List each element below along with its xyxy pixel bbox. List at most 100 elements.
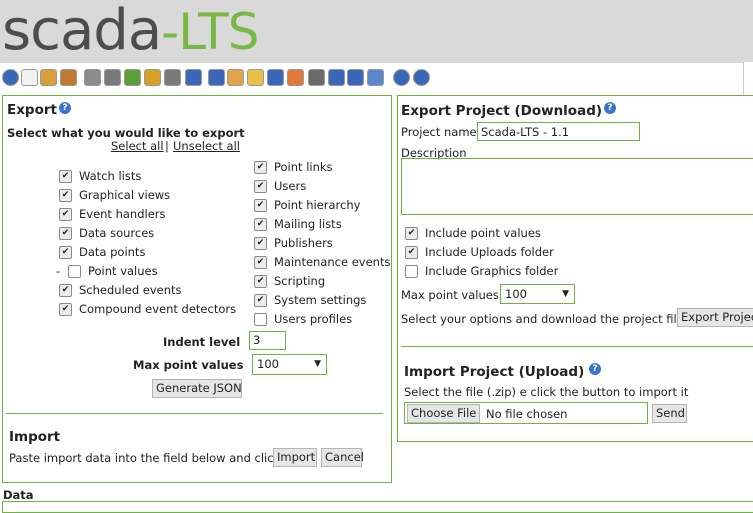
script-icon[interactable] bbox=[367, 69, 384, 86]
export-divider bbox=[6, 413, 383, 414]
project-max-values-select[interactable]: 100 ▼ bbox=[500, 284, 575, 304]
page-icon[interactable] bbox=[21, 69, 38, 86]
help-icon[interactable] bbox=[413, 69, 430, 86]
project-name-input[interactable]: Scada-LTS - 1.1 bbox=[477, 122, 640, 141]
checkbox[interactable]: ✔ bbox=[254, 256, 267, 269]
indent-level-input[interactable]: 3 bbox=[249, 331, 286, 350]
checkbox-label: Scheduled events bbox=[79, 283, 182, 297]
checkbox[interactable] bbox=[254, 313, 267, 326]
export-instruction: Select what you would like to export bbox=[7, 126, 245, 140]
checkbox[interactable]: ✔ bbox=[254, 218, 267, 231]
export-max-values-label: Max point values bbox=[133, 358, 244, 372]
scada-lts-logo[interactable]: scada-LTS bbox=[2, 1, 259, 62]
generate-json-button[interactable]: Generate JSON bbox=[152, 379, 242, 398]
import-button[interactable]: Import bbox=[273, 448, 317, 467]
data-label: Data bbox=[3, 488, 34, 502]
eye-icon[interactable] bbox=[2, 69, 19, 86]
checkbox-label: Publishers bbox=[274, 236, 333, 250]
checkbox[interactable]: ✔ bbox=[59, 246, 72, 259]
export-project-button[interactable]: Export Project bbox=[677, 308, 753, 327]
checkbox[interactable]: ✔ bbox=[59, 170, 72, 183]
checkbox-label: Mailing lists bbox=[274, 217, 342, 231]
checkbox[interactable]: ✔ bbox=[59, 208, 72, 221]
export-title: Export bbox=[7, 102, 57, 118]
wrench-icon[interactable] bbox=[308, 69, 325, 86]
checkbox-label: Users bbox=[274, 179, 307, 193]
settings-list-icon[interactable] bbox=[328, 69, 345, 86]
chevron-down-icon: ▼ bbox=[562, 289, 569, 299]
list-icon[interactable] bbox=[60, 69, 77, 86]
image-icon[interactable] bbox=[347, 69, 364, 86]
indent-level-label: Indent level bbox=[163, 335, 241, 349]
user-icon[interactable] bbox=[208, 69, 225, 86]
description-textarea[interactable] bbox=[401, 158, 753, 215]
document-icon[interactable] bbox=[267, 69, 284, 86]
toolbar bbox=[0, 66, 753, 88]
users-icon[interactable] bbox=[227, 69, 244, 86]
import-project-help-icon[interactable]: ? bbox=[589, 363, 601, 375]
report-icon[interactable] bbox=[185, 69, 202, 86]
flag-icon[interactable] bbox=[144, 69, 161, 86]
checkbox[interactable]: ✔ bbox=[405, 227, 418, 240]
checkbox-label: Graphical views bbox=[79, 188, 171, 202]
indent-dash: - bbox=[56, 264, 61, 278]
checkbox-label: Watch lists bbox=[79, 169, 142, 183]
data-textarea[interactable] bbox=[2, 501, 753, 513]
choose-file-button[interactable]: Choose File bbox=[407, 404, 480, 423]
checkbox[interactable] bbox=[405, 265, 418, 278]
checkbox[interactable] bbox=[68, 265, 81, 278]
import-project-instruction: Select the file (.zip) e click the butto… bbox=[404, 385, 689, 399]
pencil-icon[interactable] bbox=[40, 69, 57, 86]
checkbox-label: Data sources bbox=[79, 226, 155, 240]
database-icon[interactable] bbox=[104, 69, 121, 86]
checkbox[interactable]: ✔ bbox=[59, 189, 72, 202]
checkbox[interactable]: ✔ bbox=[405, 246, 418, 259]
export-max-values-select[interactable]: 100 ▼ bbox=[252, 354, 327, 375]
checkbox-label: Event handlers bbox=[79, 207, 166, 221]
unselect-all-link[interactable]: Unselect all bbox=[173, 139, 240, 153]
checkbox[interactable]: ✔ bbox=[254, 294, 267, 307]
send-button[interactable]: Send bbox=[652, 404, 687, 423]
import-title: Import bbox=[9, 429, 61, 445]
import-instruction: Paste import data into the field below a… bbox=[9, 451, 281, 465]
project-divider bbox=[401, 346, 753, 347]
clock-icon[interactable] bbox=[124, 69, 141, 86]
cancel-button[interactable]: Cancel bbox=[321, 448, 364, 467]
checkbox-label: Maintenance events bbox=[274, 255, 391, 269]
app-header: scada-LTS bbox=[0, 0, 753, 63]
checkbox-label: Compound event detectors bbox=[79, 302, 237, 316]
checkbox-label: Include point values bbox=[425, 226, 541, 240]
link-icon[interactable] bbox=[164, 69, 181, 86]
folder-icon[interactable] bbox=[247, 69, 264, 86]
project-name-label: Project name bbox=[401, 125, 477, 139]
wifi-icon[interactable] bbox=[287, 69, 304, 86]
export-help-icon[interactable]: ? bbox=[59, 102, 71, 114]
gear-icon[interactable] bbox=[84, 69, 101, 86]
checkbox[interactable]: ✔ bbox=[254, 237, 267, 250]
checkbox[interactable]: ✔ bbox=[59, 227, 72, 240]
checkbox-label: Include Uploads folder bbox=[425, 245, 554, 259]
select-all-link[interactable]: Select all bbox=[111, 139, 164, 153]
project-max-values-label: Max point values bbox=[401, 288, 499, 302]
link-separator: | bbox=[165, 139, 169, 153]
checkbox-label: Scripting bbox=[274, 274, 326, 288]
checkbox-label: System settings bbox=[274, 293, 367, 307]
export-project-title: Export Project (Download) bbox=[401, 103, 603, 119]
export-project-help-icon[interactable]: ? bbox=[604, 102, 616, 114]
import-project-title: Import Project (Upload) bbox=[404, 364, 585, 380]
project-footer-text: Select your options and download the pro… bbox=[401, 312, 684, 326]
chevron-down-icon: ▼ bbox=[314, 359, 321, 369]
checkbox[interactable]: ✔ bbox=[254, 275, 267, 288]
checkbox-label: Point values bbox=[88, 264, 158, 278]
file-status-text: No file chosen bbox=[486, 407, 568, 421]
checkbox-label: Point hierarchy bbox=[274, 198, 361, 212]
stop-icon[interactable] bbox=[393, 69, 410, 86]
checkbox-label: Users profiles bbox=[274, 312, 353, 326]
checkbox-label: Data points bbox=[79, 245, 146, 259]
checkbox[interactable]: ✔ bbox=[254, 180, 267, 193]
checkbox[interactable]: ✔ bbox=[254, 199, 267, 212]
checkbox-label: Include Graphics folder bbox=[425, 264, 559, 278]
checkbox[interactable]: ✔ bbox=[59, 284, 72, 297]
checkbox[interactable]: ✔ bbox=[254, 161, 267, 174]
checkbox[interactable]: ✔ bbox=[59, 303, 72, 316]
